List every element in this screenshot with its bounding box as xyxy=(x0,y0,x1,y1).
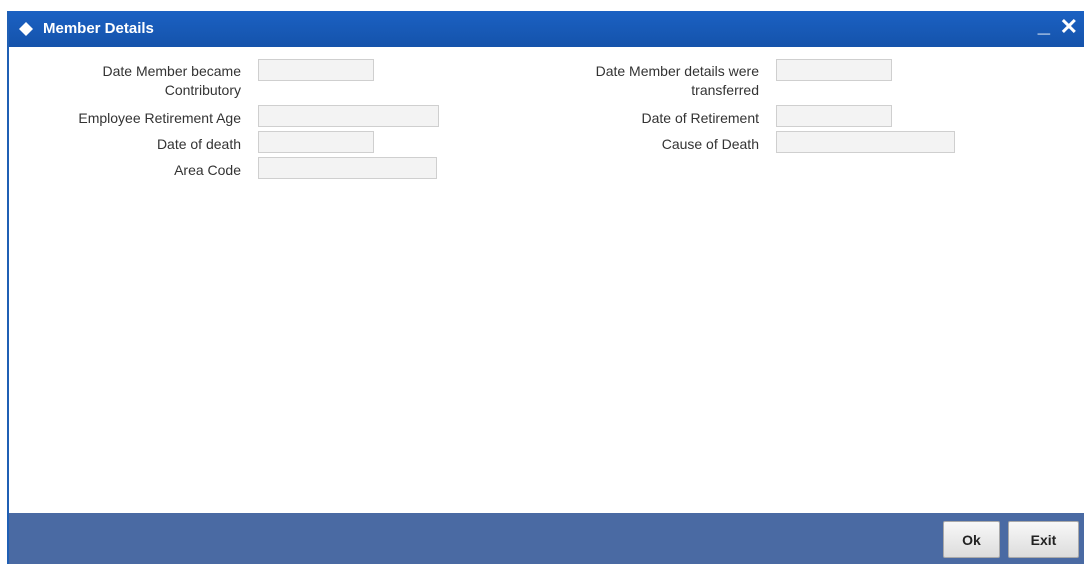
member-details-window: Member Details _ ✕ Date Member became Co… xyxy=(7,11,1084,564)
date-details-transferred-field[interactable] xyxy=(776,59,892,81)
employee-retirement-age-field[interactable] xyxy=(258,105,439,127)
cause-of-death-field[interactable] xyxy=(776,131,955,153)
label-line: Contributory xyxy=(164,82,241,98)
label-line: Date Member details were xyxy=(595,63,759,79)
date-of-retirement-field[interactable] xyxy=(776,105,892,127)
date-became-contributory-label: Date Member became Contributory xyxy=(29,62,241,100)
date-of-retirement-label: Date of Retirement xyxy=(641,110,760,126)
date-of-death-label: Date of death xyxy=(156,136,241,152)
ok-button[interactable]: Ok xyxy=(943,521,1000,558)
area-code-label: Area Code xyxy=(174,162,241,178)
date-of-death-field[interactable] xyxy=(258,131,374,153)
label-line: Date Member became xyxy=(102,63,241,79)
footer-bar: Ok Exit xyxy=(9,513,1084,564)
label-line: transferred xyxy=(691,82,759,98)
cause-of-death-label: Cause of Death xyxy=(661,136,759,152)
employee-retirement-age-label: Employee Retirement Age xyxy=(78,110,241,126)
date-became-contributory-field[interactable] xyxy=(258,59,374,81)
exit-button[interactable]: Exit xyxy=(1008,521,1079,558)
diamond-icon xyxy=(19,22,33,36)
area-code-field[interactable] xyxy=(258,157,437,179)
window-title: Member Details xyxy=(43,20,154,37)
date-details-transferred-label: Date Member details were transferred xyxy=(529,62,759,100)
close-button[interactable]: ✕ xyxy=(1060,14,1078,40)
title-bar: Member Details _ ✕ xyxy=(9,11,1084,47)
minimize-button[interactable]: _ xyxy=(1038,12,1050,38)
